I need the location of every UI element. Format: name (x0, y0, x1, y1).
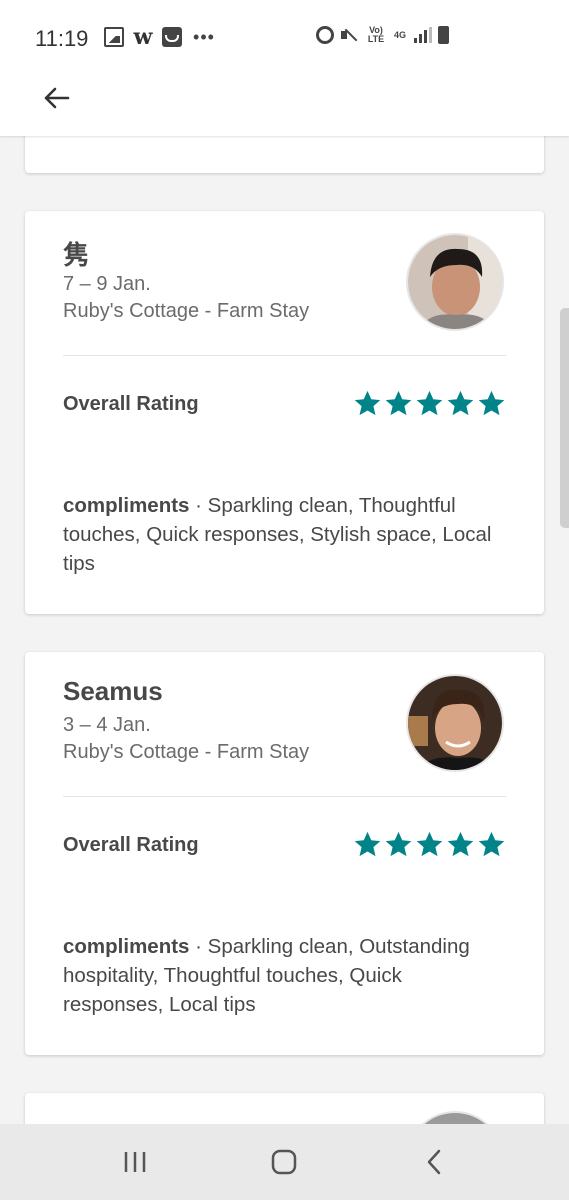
compliments-separator: · (189, 494, 208, 517)
recent-apps-icon[interactable] (115, 1142, 155, 1182)
listing-name: Ruby's Cottage - Farm Stay (63, 741, 310, 763)
listing-name: Ruby's Cottage - Farm Stay (63, 300, 310, 322)
star-rating (353, 389, 506, 418)
status-time: 11:19 (35, 26, 89, 51)
mute-icon (340, 26, 360, 44)
review-card: Seamus 3 – 4 Jan. Ruby's Cottage - Farm … (25, 652, 544, 1055)
compliments: compliments · Sparkling clean, Outstandi… (63, 932, 500, 1019)
review-card-previous (25, 136, 544, 173)
star-icon (447, 390, 474, 416)
shopping-bag-icon (162, 27, 182, 47)
alarm-icon (316, 26, 334, 44)
more-dots-icon: ••• (193, 26, 215, 47)
compliments-label: compliments (63, 494, 190, 517)
star-icon (447, 831, 474, 857)
divider (63, 355, 506, 356)
review-card: 隽 7 – 9 Jan. Ruby's Cottage - Farm Stay … (25, 211, 544, 614)
star-icon (416, 390, 443, 416)
avatar[interactable] (406, 233, 504, 331)
home-icon[interactable] (264, 1142, 304, 1182)
star-icon (416, 831, 443, 857)
star-icon (354, 831, 381, 857)
gallery-icon (104, 27, 124, 47)
star-icon (478, 831, 505, 857)
divider (63, 796, 506, 797)
star-icon (354, 390, 381, 416)
reviews-list[interactable]: 隽 7 – 9 Jan. Ruby's Cottage - Farm Stay … (0, 136, 569, 1124)
battery-icon (438, 26, 449, 44)
volte-icon: Vo) LTE (367, 25, 385, 44)
status-bar: 11:19 w ••• Vo) LTE 4G (0, 0, 569, 72)
avatar[interactable] (406, 674, 504, 772)
scrollbar[interactable] (560, 308, 569, 528)
star-icon (385, 390, 412, 416)
stay-dates: 3 – 4 Jan. (63, 714, 151, 736)
system-nav-bar (0, 1124, 569, 1200)
status-icons-right: Vo) LTE 4G (316, 26, 449, 44)
compliments-separator: · (189, 935, 208, 958)
w-app-icon: w (133, 24, 153, 50)
arrow-left-icon[interactable] (36, 78, 76, 118)
app-header (0, 72, 569, 136)
compliments-label: compliments (63, 935, 190, 958)
overall-rating-label: Overall Rating (63, 393, 199, 415)
avatar (406, 1111, 504, 1124)
reviewer-name: Seamus (63, 676, 163, 706)
star-rating (353, 830, 506, 859)
star-icon (478, 390, 505, 416)
reviewer-name: 隽 (63, 240, 90, 270)
overall-rating-label: Overall Rating (63, 834, 199, 856)
compliments: compliments · Sparkling clean, Thoughtfu… (63, 491, 500, 578)
status-icons-left: w ••• (104, 24, 217, 50)
4g-icon: 4G (393, 29, 406, 40)
review-card-next (25, 1093, 544, 1124)
stay-dates: 7 – 9 Jan. (63, 273, 151, 295)
star-icon (385, 831, 412, 857)
back-icon[interactable] (414, 1142, 454, 1182)
signal-icon (414, 27, 432, 43)
